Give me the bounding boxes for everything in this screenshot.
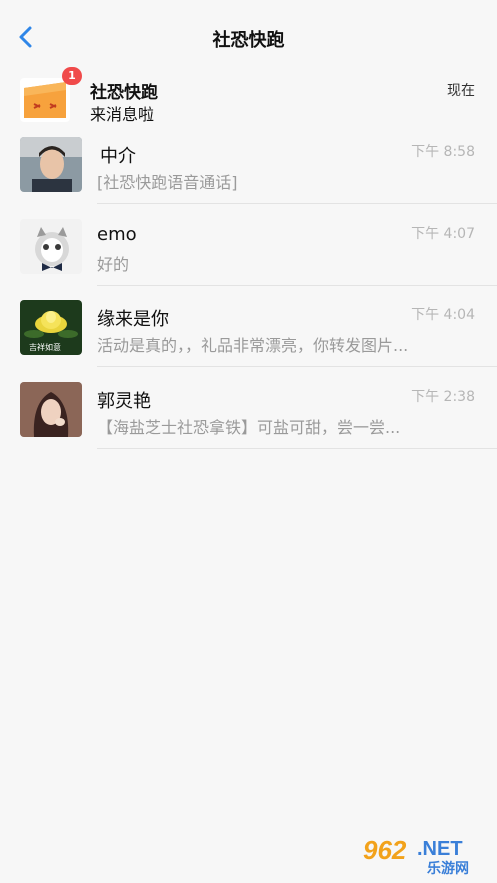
chat-name: 缘来是你	[97, 309, 169, 330]
avatar-yuanlaishini: 吉祥如意	[20, 300, 82, 355]
avatar-system	[20, 78, 70, 122]
avatar-emo	[20, 219, 82, 274]
page-title: 社恐快跑	[212, 30, 285, 51]
system-message-name: 社恐快跑	[90, 83, 158, 103]
chat-name: 中介	[100, 146, 136, 167]
system-message-preview: 来消息啦	[90, 105, 155, 124]
avatar-zhongjie	[20, 137, 82, 192]
chat-name: 郭灵艳	[97, 391, 151, 412]
watermark-number: 962	[363, 835, 407, 865]
avatar-guolingyan	[20, 382, 82, 437]
chat-preview: [社恐快跑语音通话]	[97, 173, 238, 192]
chat-time: 下午 4:07	[411, 226, 475, 242]
chat-time: 下午 4:04	[411, 307, 475, 323]
chat-name: emo	[97, 224, 137, 245]
avatar-caption: 吉祥如意	[29, 343, 61, 352]
chat-preview: 活动是真的，，礼品非常漂亮，你转发图片...	[97, 336, 409, 355]
watermark-logo: 962 .NET 乐游网	[357, 831, 491, 877]
nav-bar: 社恐快跑	[0, 0, 497, 76]
system-message-time: 现在	[447, 83, 475, 99]
unread-badge: 1	[62, 67, 82, 85]
chat-preview: 【海盐芝士社恐拿铁】可盐可甜，尝一尝...	[97, 418, 401, 437]
divider	[97, 448, 497, 449]
chat-time: 下午 8:58	[411, 144, 475, 160]
chat-preview: 好的	[97, 255, 130, 274]
watermark-text: 乐游网	[427, 860, 469, 877]
watermark-net: .NET	[417, 838, 463, 860]
chat-time: 下午 2:38	[411, 389, 475, 405]
